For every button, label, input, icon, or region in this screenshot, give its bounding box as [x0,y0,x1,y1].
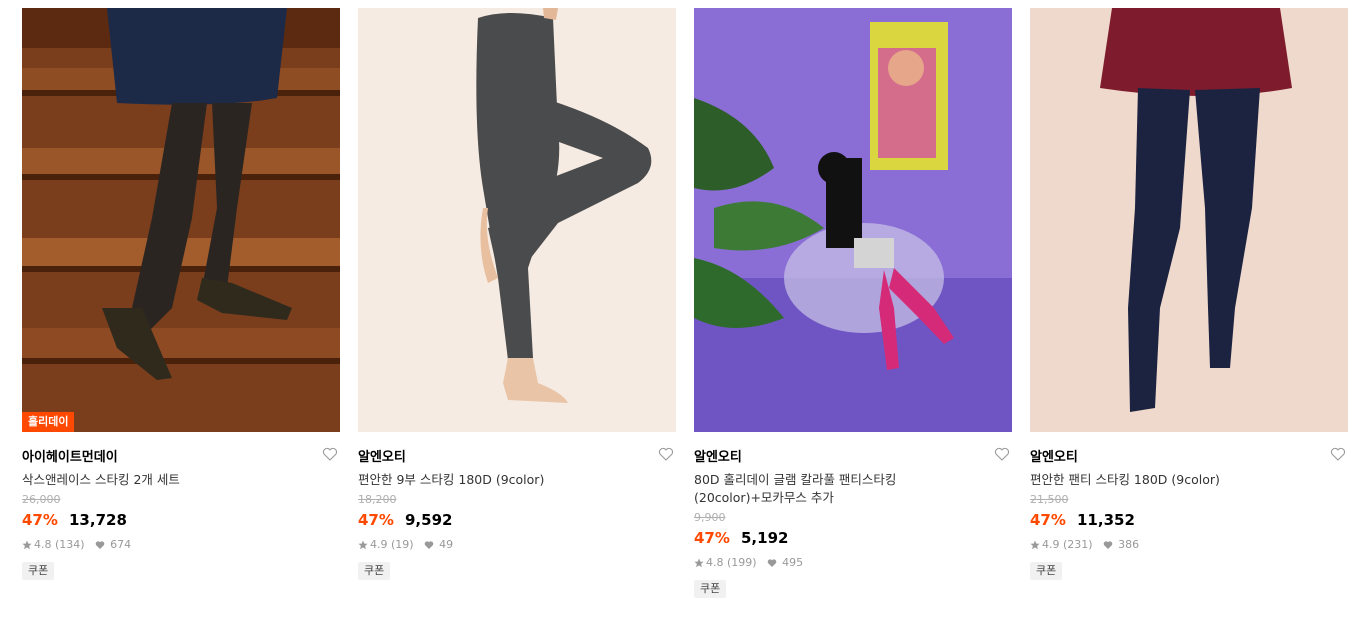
product-name-line2: (20color)+모카무스 추가 [694,490,834,505]
like-count: 495 [782,556,804,569]
original-price: 9,900 [694,511,726,524]
star-icon [694,558,704,568]
product-name[interactable]: 편안한 팬티 스타킹 180D (9color) [1030,471,1310,489]
coupon-tag: 쿠폰 [694,580,727,598]
fishnet-tights-photo [22,8,340,432]
coupon-tag: 쿠폰 [1030,562,1063,580]
like-count: 386 [1118,538,1140,551]
product-name[interactable]: 편안한 9부 스타킹 180D (9color) [358,471,638,489]
navy-tights-photo [1030,8,1348,432]
review-count: (134) [55,538,85,551]
original-price: 18,200 [358,493,397,506]
coupon-tag: 쿠폰 [358,562,391,580]
heart-icon[interactable] [994,446,1010,462]
brand-name[interactable]: 알엔오티 [358,450,406,465]
product-image[interactable]: 홀리데이 [22,8,340,432]
star-icon [22,540,32,550]
like-count: 674 [110,538,132,551]
heart-filled-icon [1103,540,1113,550]
product-name[interactable]: 삭스앤레이스 스타킹 2개 세트 [22,471,302,489]
heart-icon[interactable] [1330,446,1346,462]
review-count: (231) [1063,538,1093,551]
product-image[interactable] [358,8,676,432]
review-count: (19) [391,538,414,551]
heart-icon[interactable] [658,446,674,462]
product-grid: 홀리데이 아이헤이트먼데이 삭스앤레이스 스타킹 2개 세트 26,000 47… [0,0,1361,619]
product-card[interactable]: 알엔오티 편안한 9부 스타킹 180D (9color) 18,200 47%… [358,8,676,580]
coupon-tag: 쿠폰 [22,562,55,580]
discount-rate: 47% [1030,511,1066,529]
original-price: 21,500 [1030,493,1069,506]
rating: 4.9 [370,538,388,551]
original-price: 26,000 [22,493,61,506]
product-name-line1: 80D 홀리데이 글램 칼라풀 팬티스타킹 [694,472,897,487]
purple-room-pink-tights-photo [694,8,1012,432]
product-card[interactable]: 홀리데이 아이헤이트먼데이 삭스앤레이스 스타킹 2개 세트 26,000 47… [22,8,340,580]
sale-price: 5,192 [741,529,789,547]
rating: 4.8 [706,556,724,569]
star-icon [1030,540,1040,550]
product-image[interactable] [694,8,1012,432]
brand-name[interactable]: 알엔오티 [694,450,742,465]
heart-icon[interactable] [322,446,338,462]
discount-rate: 47% [22,511,58,529]
discount-rate: 47% [358,511,394,529]
product-card[interactable]: 알엔오티 80D 홀리데이 글램 칼라풀 팬티스타킹 (20color)+모카무… [694,8,1012,598]
product-image[interactable] [1030,8,1348,432]
discount-rate: 47% [694,529,730,547]
grey-leggings-photo [358,8,676,432]
sale-price: 9,592 [405,511,453,529]
sale-price: 11,352 [1077,511,1135,529]
heart-filled-icon [424,540,434,550]
brand-name[interactable]: 알엔오티 [1030,450,1078,465]
product-card[interactable]: 알엔오티 편안한 팬티 스타킹 180D (9color) 21,500 47%… [1030,8,1348,580]
like-count: 49 [439,538,454,551]
heart-filled-icon [95,540,105,550]
review-count: (199) [727,556,757,569]
heart-filled-icon [767,558,777,568]
brand-name[interactable]: 아이헤이트먼데이 [22,450,118,465]
sale-price: 13,728 [69,511,127,529]
rating: 4.9 [1042,538,1060,551]
holiday-badge: 홀리데이 [22,412,75,432]
star-icon [358,540,368,550]
rating: 4.8 [34,538,52,551]
product-name[interactable]: 80D 홀리데이 글램 칼라풀 팬티스타킹 (20color)+모카무스 추가 [694,471,974,507]
